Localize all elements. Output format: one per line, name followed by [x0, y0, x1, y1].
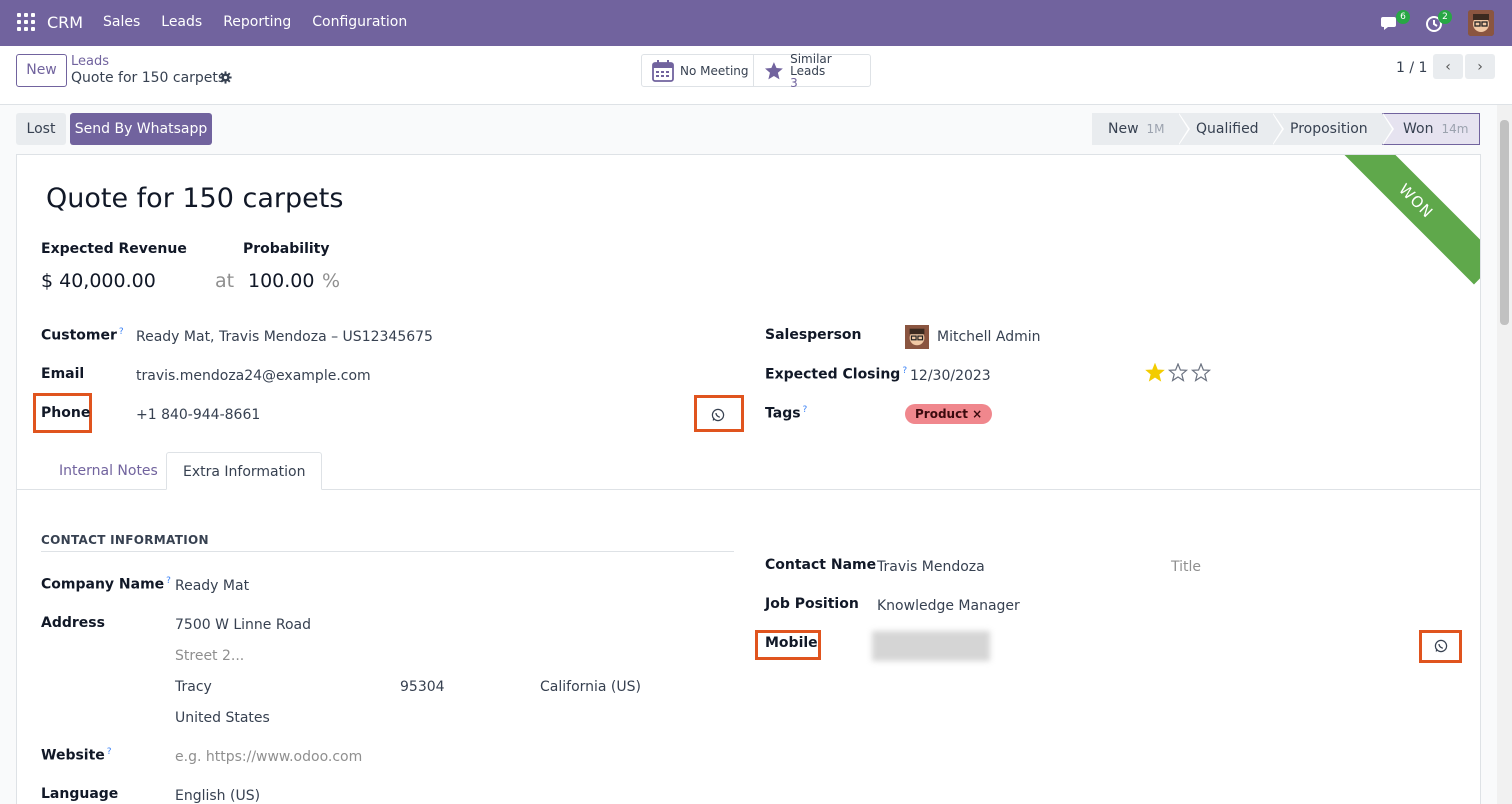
- meeting-smart-button[interactable]: No Meeting: [642, 55, 755, 86]
- website-field[interactable]: e.g. https://www.odoo.com: [175, 749, 362, 765]
- at-label: at: [215, 270, 235, 292]
- activities-badge: 2: [1438, 10, 1452, 24]
- address-label: Address: [41, 615, 105, 631]
- menu-leads[interactable]: Leads: [161, 14, 202, 30]
- stage-new[interactable]: New 1M: [1092, 113, 1190, 145]
- company-name-field[interactable]: Ready Mat: [175, 578, 249, 594]
- tag-remove-icon[interactable]: ×: [972, 407, 982, 421]
- chevron-left-icon: ‹: [1445, 58, 1451, 75]
- expected-revenue-field[interactable]: $ 40,000.00: [41, 270, 156, 292]
- whatsapp-icon[interactable]: [711, 408, 725, 422]
- pager-previous-button[interactable]: ‹: [1433, 54, 1463, 79]
- language-label: Language: [41, 786, 119, 802]
- whatsapp-icon[interactable]: [1434, 639, 1448, 653]
- website-label: Website?: [41, 747, 112, 764]
- city-field[interactable]: Tracy: [175, 679, 212, 695]
- menu-configuration[interactable]: Configuration: [312, 14, 407, 30]
- messages-badge: 6: [1396, 10, 1410, 24]
- gear-icon[interactable]: [219, 71, 232, 84]
- email-label: Email: [41, 366, 85, 382]
- smart-buttons: No Meeting Similar Leads 3: [641, 51, 871, 90]
- stage-statusbar: New 1M Qualified Proposition Won 14m: [1092, 113, 1480, 145]
- phone-label: Phone: [41, 405, 91, 421]
- contact-name-field[interactable]: Travis Mendoza: [877, 559, 985, 575]
- email-field[interactable]: travis.mendoza24@example.com: [136, 368, 371, 384]
- notebook-tabs: Internal Notes Extra Information: [17, 452, 1480, 490]
- star-empty-icon: [1167, 363, 1189, 382]
- tab-extra-information[interactable]: Extra Information: [166, 452, 323, 490]
- tags-label: Tags?: [765, 405, 808, 422]
- app-brand[interactable]: CRM: [47, 13, 83, 32]
- probability-label: Probability: [243, 241, 330, 257]
- tag-product[interactable]: Product ×: [905, 404, 993, 424]
- salesperson-label: Salesperson: [765, 327, 862, 343]
- customer-field[interactable]: Ready Mat, Travis Mendoza – US12345675: [136, 329, 433, 345]
- job-position-label: Job Position: [765, 596, 859, 612]
- country-field[interactable]: United States: [175, 710, 270, 726]
- tab-internal-notes[interactable]: Internal Notes: [43, 452, 174, 490]
- salesperson-avatar: [905, 325, 929, 349]
- pager-value[interactable]: 1 / 1: [1396, 60, 1427, 76]
- calendar-icon: [652, 59, 674, 82]
- state-field[interactable]: California (US): [540, 679, 641, 695]
- send-by-whatsapp-button[interactable]: Send By Whatsapp: [70, 113, 212, 145]
- similar-leads-count: 3: [790, 75, 798, 90]
- phone-field[interactable]: +1 840-944-8661: [136, 407, 260, 423]
- main-menu: Sales Leads Reporting Configuration: [103, 14, 428, 30]
- title-field[interactable]: Title: [1171, 559, 1201, 575]
- customer-label: Customer?: [41, 327, 124, 344]
- menu-reporting[interactable]: Reporting: [223, 14, 291, 30]
- won-ribbon: WON: [1332, 155, 1480, 285]
- apps-menu-icon[interactable]: [17, 13, 35, 31]
- meeting-label: No Meeting: [680, 63, 749, 78]
- lead-form-sheet: WON Quote for 150 carpets Expected Reven…: [16, 154, 1481, 804]
- lost-button[interactable]: Lost: [16, 113, 66, 145]
- stage-won[interactable]: Won 14m: [1382, 113, 1480, 145]
- top-navbar: CRM Sales Leads Reporting Configuration …: [0, 0, 1512, 46]
- star-icon: [765, 61, 784, 79]
- menu-sales[interactable]: Sales: [103, 14, 140, 30]
- job-position-field[interactable]: Knowledge Manager: [877, 598, 1020, 614]
- star-filled-icon: [1145, 363, 1165, 382]
- mobile-label: Mobile: [765, 635, 818, 651]
- contact-name-label: Contact Name: [765, 557, 877, 573]
- breadcrumb-current: Quote for 150 carpets: [71, 70, 226, 86]
- expected-revenue-label: Expected Revenue: [41, 241, 187, 257]
- contact-information-heading: CONTACT INFORMATION: [41, 533, 734, 552]
- expected-closing-field[interactable]: 12/30/2023: [910, 368, 991, 384]
- percent-sign: %: [322, 270, 341, 292]
- lead-title[interactable]: Quote for 150 carpets: [46, 183, 343, 214]
- expected-closing-label: Expected Closing?: [765, 366, 908, 383]
- star-empty-icon: [1190, 363, 1212, 382]
- stage-qualified[interactable]: Qualified: [1178, 113, 1284, 145]
- control-panel: New Leads Quote for 150 carpets No Meeti…: [0, 46, 1512, 105]
- priority-stars[interactable]: [1145, 363, 1215, 383]
- salesperson-field[interactable]: Mitchell Admin: [937, 329, 1041, 345]
- new-button[interactable]: New: [16, 54, 67, 87]
- similar-leads-smart-button[interactable]: Similar Leads 3: [754, 51, 870, 90]
- company-name-label: Company Name?: [41, 576, 171, 593]
- similar-leads-label: Similar Leads: [790, 51, 832, 78]
- scrollbar-thumb[interactable]: [1500, 120, 1509, 325]
- zip-field[interactable]: 95304: [400, 679, 445, 695]
- street2-field[interactable]: Street 2...: [175, 648, 244, 664]
- stage-proposition[interactable]: Proposition: [1272, 113, 1394, 145]
- pager-next-button[interactable]: ›: [1465, 54, 1495, 79]
- mobile-field-blurred[interactable]: [872, 631, 990, 661]
- street-field[interactable]: 7500 W Linne Road: [175, 617, 311, 633]
- breadcrumb-leads[interactable]: Leads: [71, 54, 109, 69]
- user-avatar[interactable]: [1468, 10, 1494, 36]
- language-field[interactable]: English (US): [175, 788, 260, 804]
- probability-field[interactable]: 100.00: [248, 270, 314, 292]
- chevron-right-icon: ›: [1477, 58, 1483, 75]
